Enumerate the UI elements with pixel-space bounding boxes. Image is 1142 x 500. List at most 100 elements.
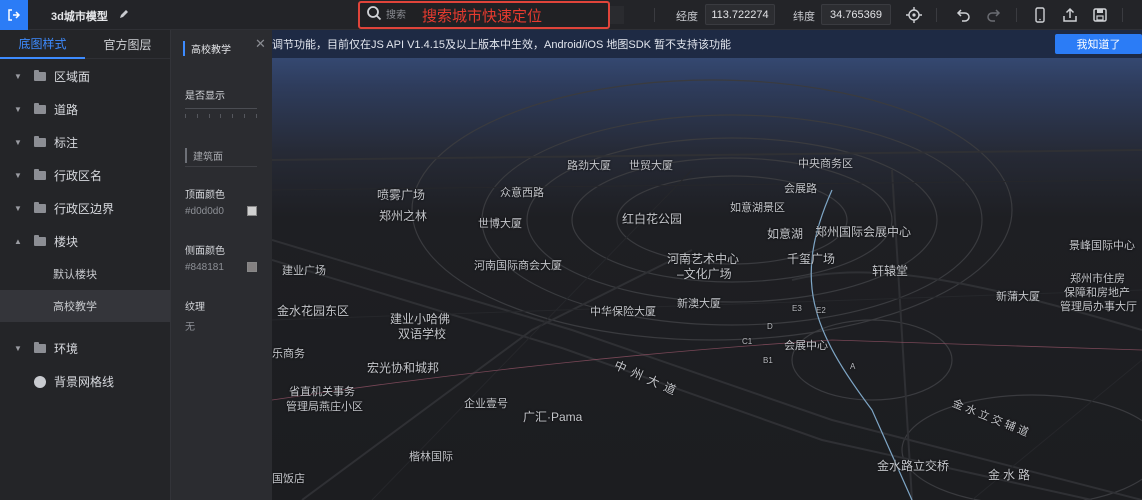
sidebar-item-building[interactable]: ▲ 楼块 — [0, 225, 170, 258]
folder-icon — [34, 103, 46, 114]
map-label: 千玺广场 — [787, 252, 836, 266]
map-label: 世博大厦 — [478, 218, 522, 230]
map-label: 如意湖景区 — [730, 202, 785, 214]
latitude-field[interactable]: 34.765369 — [821, 4, 891, 25]
folder-icon — [34, 169, 46, 180]
sidebar-item-label: 道路 — [54, 103, 79, 117]
side-color-value: #848181 — [185, 262, 224, 273]
top-color-swatch[interactable] — [247, 206, 257, 216]
map-label: 会展路 — [784, 183, 817, 195]
map-label: 省直机关事务 — [289, 386, 355, 398]
divider — [1122, 8, 1123, 22]
map-marker-label: E2 — [816, 306, 826, 315]
map-label: –文化广场 — [677, 267, 732, 281]
map-label: 河南国际商会大厦 — [474, 260, 562, 272]
texture-value: 无 — [185, 322, 195, 333]
tab-official-layers[interactable]: 官方图层 — [85, 30, 170, 59]
caret-down-icon: ▼ — [14, 72, 22, 81]
map-label: 乐商务 — [272, 348, 305, 360]
divider — [654, 8, 655, 22]
map-canvas[interactable]: 调节功能，目前仅在JS API V1.4.15及以上版本中生效，Android/… — [272, 30, 1142, 500]
map-label: 路劲大厦 — [567, 160, 611, 172]
mobile-preview-icon[interactable] — [1031, 6, 1049, 24]
sidebar-item-district-border[interactable]: ▼ 行政区边界 — [0, 192, 170, 225]
map-label: 宏光协和城邦 — [367, 361, 440, 375]
top-color-value: #d0d0d0 — [185, 206, 224, 217]
sidebar-item-label: 行政区名 — [54, 169, 103, 183]
sidebar-subitem-default-building[interactable]: 默认楼块 — [0, 258, 170, 290]
search-icon — [367, 6, 382, 21]
panel-title: 高校教学 — [183, 41, 231, 56]
sidebar-item-road[interactable]: ▼ 道路 — [0, 93, 170, 126]
sidebar-item-district-name[interactable]: ▼ 行政区名 — [0, 159, 170, 192]
caret-up-icon: ▲ — [14, 237, 22, 246]
notice-text: 调节功能，目前仅在JS API V1.4.15及以上版本中生效，Android/… — [272, 39, 732, 51]
map-label: 新澳大厦 — [677, 298, 721, 310]
sidebar-item-label: 标注 — [54, 136, 79, 150]
sidebar-item-environment[interactable]: ▼ 环境 — [0, 332, 170, 365]
caret-down-icon: ▼ — [14, 344, 22, 353]
notice-bar: 调节功能，目前仅在JS API V1.4.15及以上版本中生效，Android/… — [272, 30, 1142, 58]
map-label: 金水花园东区 — [277, 304, 350, 318]
divider — [1016, 8, 1017, 22]
sidebar-tabs: 底图样式 官方图层 — [0, 30, 170, 59]
sidebar-item-label: 环境 — [54, 342, 79, 356]
map-label: 会展中心 — [784, 340, 828, 352]
caret-down-icon: ▼ — [14, 138, 22, 147]
sidebar-item-label: 行政区边界 — [54, 202, 115, 216]
search-input[interactable]: 搜索 — [386, 6, 406, 21]
slider-ticks — [185, 114, 257, 118]
map-label: 如意湖 — [767, 227, 804, 241]
divider — [936, 8, 937, 22]
longitude-field[interactable]: 113.722274 — [705, 4, 775, 25]
folder-icon — [34, 70, 46, 81]
visibility-label: 是否显示 — [185, 91, 225, 102]
latitude-label: 纬度 — [793, 11, 815, 23]
map-label: 中央商务区 — [798, 158, 853, 170]
caret-down-icon: ▼ — [14, 105, 22, 114]
map-label: 管理局燕庄小区 — [286, 401, 363, 413]
redo-icon[interactable] — [984, 6, 1002, 24]
map-label: 金水路 — [988, 468, 1034, 482]
side-color-label: 侧面颜色 — [185, 246, 225, 257]
map-label: 企业壹号 — [464, 398, 508, 410]
save-icon[interactable] — [1091, 6, 1109, 24]
exit-icon — [8, 9, 21, 21]
sidebar-item-area[interactable]: ▼ 区域面 — [0, 60, 170, 93]
share-icon[interactable] — [1061, 6, 1079, 24]
exit-button[interactable] — [0, 0, 28, 30]
map-label: 广汇·Pama — [523, 410, 583, 424]
side-color-swatch[interactable] — [247, 262, 257, 272]
sidebar-item-annotation[interactable]: ▼ 标注 — [0, 126, 170, 159]
map-label: 世贸大厦 — [629, 160, 673, 172]
city-search-box[interactable]: 搜索 搜索城市快速定位 — [358, 1, 610, 29]
map-label: 国饭店 — [272, 473, 305, 485]
map-label: 轩辕堂 — [872, 264, 909, 278]
folder-icon — [34, 136, 46, 147]
longitude-label: 经度 — [676, 11, 698, 23]
search-box-end — [610, 6, 624, 24]
texture-label: 纹理 — [185, 302, 205, 313]
caret-down-icon: ▼ — [14, 171, 22, 180]
folder-icon — [34, 235, 46, 246]
sidebar-item-grid-lines[interactable]: 背景网格线 — [0, 365, 170, 398]
got-it-button[interactable]: 我知道了 — [1055, 34, 1142, 54]
map-label: 郑州之林 — [379, 209, 428, 223]
visibility-slider[interactable] — [185, 108, 257, 109]
style-property-panel: 高校教学 ✕ 是否显示 建筑面 顶面颜色 #d0d0d0 侧面颜色 #84818… — [170, 30, 272, 500]
map-label: 郑州国际会展中心 — [815, 225, 912, 239]
undo-icon[interactable] — [955, 6, 973, 24]
edit-title-icon[interactable] — [118, 7, 130, 24]
map-marker-label: B1 — [763, 356, 773, 365]
map-marker-label: C1 — [742, 337, 753, 346]
map-label: 红白花公园 — [622, 212, 683, 226]
map-label: 新蒲大厦 — [996, 291, 1040, 303]
sidebar-subitem-campus[interactable]: 高校教学 — [0, 290, 170, 322]
close-icon[interactable]: ✕ — [255, 36, 266, 52]
locate-icon[interactable] — [905, 6, 923, 24]
top-bar: 3d城市模型 搜索 搜索城市快速定位 经度 113.722274 纬度 34.7… — [0, 0, 1142, 30]
tab-basemap-style[interactable]: 底图样式 — [0, 30, 85, 59]
caret-down-icon: ▼ — [14, 204, 22, 213]
top-color-label: 顶面颜色 — [185, 190, 225, 201]
sidebar-item-label: 区域面 — [54, 70, 91, 84]
